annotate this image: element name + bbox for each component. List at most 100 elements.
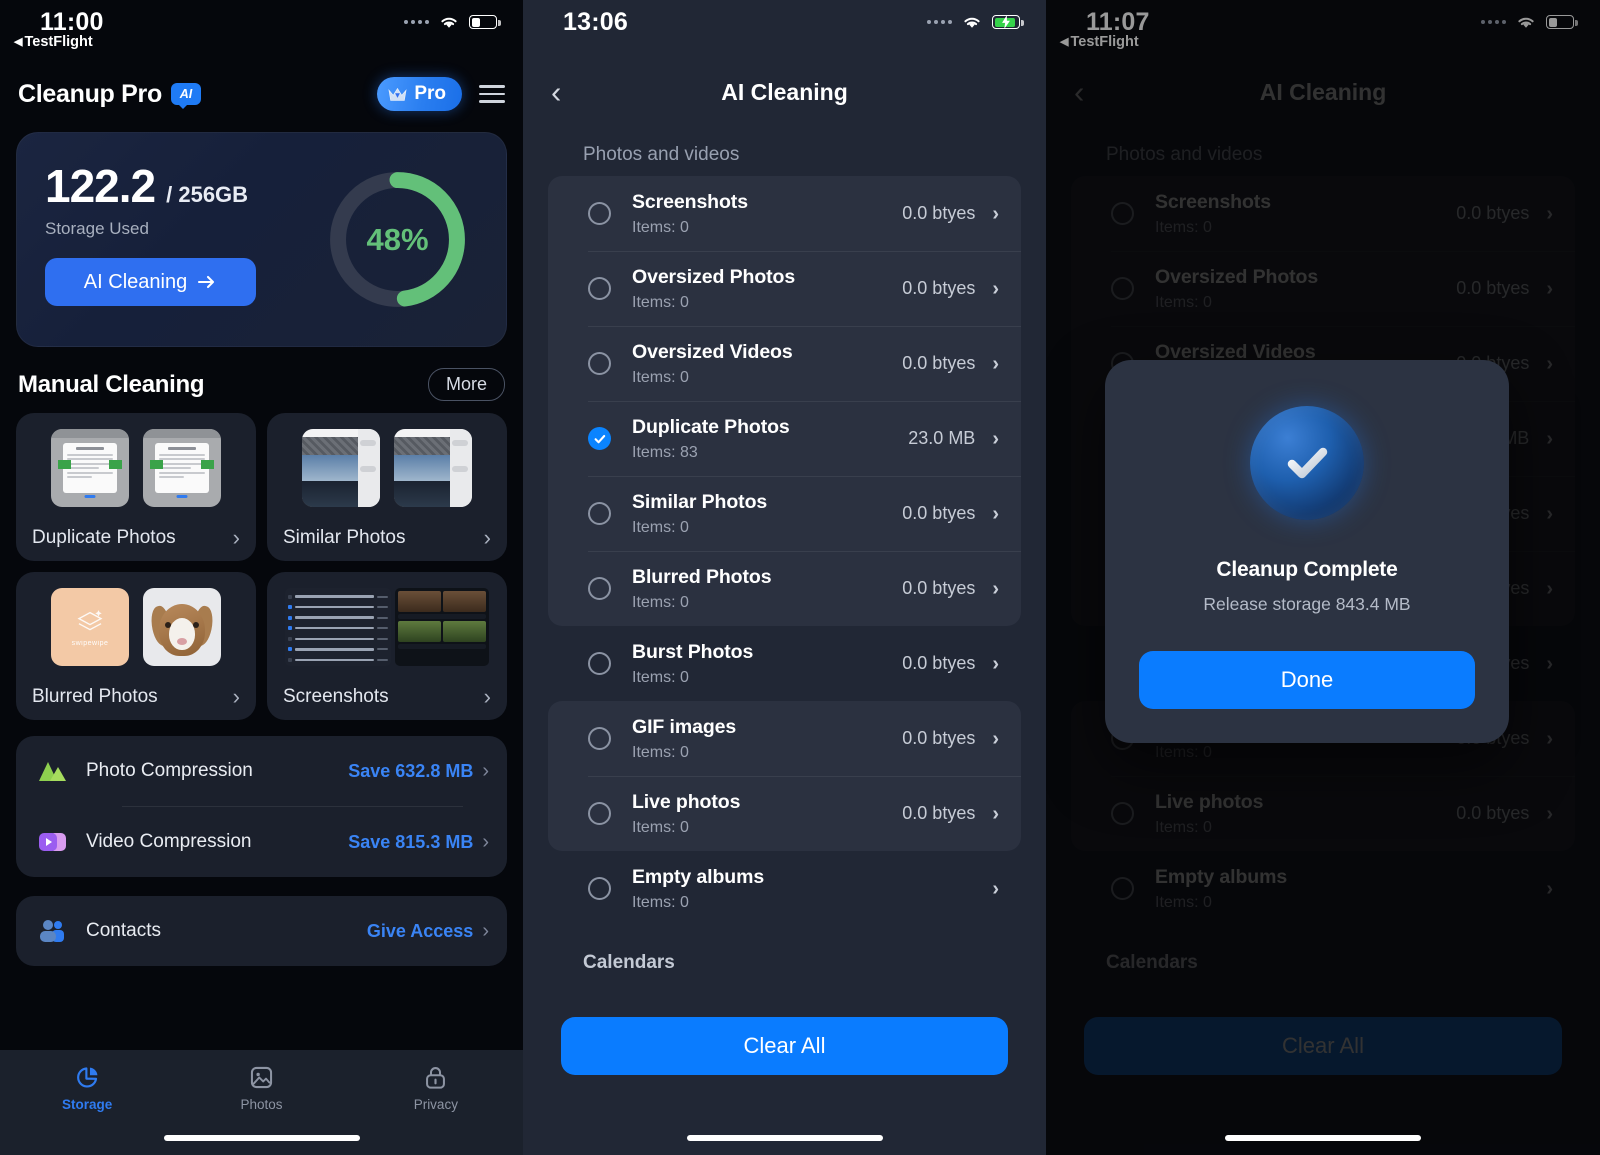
chevron-right-icon: › — [483, 525, 491, 550]
group-label-calendars: Calendars — [583, 952, 675, 973]
cleaning-list-item[interactable]: Duplicate Photos Items: 83 23.0 MB › — [548, 401, 1021, 476]
pro-upgrade-button[interactable]: Pro — [377, 77, 462, 111]
row-title: Burst Photos — [632, 640, 754, 663]
ai-cleaning-button[interactable]: AI Cleaning — [45, 258, 256, 306]
more-button[interactable]: More — [427, 368, 505, 401]
chevron-right-icon: › — [992, 202, 999, 225]
compression-card: Photo Compression Save 632.8 MB › Video … — [16, 736, 507, 877]
card-duplicate-photos[interactable]: Duplicate Photos › — [16, 413, 256, 561]
chevron-right-icon: › — [482, 760, 489, 782]
row-contacts[interactable]: Contacts Give Access › — [16, 896, 507, 966]
row-checkbox[interactable] — [588, 277, 611, 300]
status-time: 13:06 — [563, 8, 628, 36]
row-title: Live photos — [632, 790, 741, 813]
group-label-photos-videos: Photos and videos — [583, 144, 740, 165]
storage-total-value: / 256GB — [166, 182, 249, 207]
back-triangle-icon: ◀ — [14, 36, 23, 48]
storage-summary-card: 122.2 / 256GB Storage Used AI Cleaning 4… — [16, 132, 507, 347]
tab-privacy[interactable]: Privacy — [349, 1050, 523, 1155]
cleaning-list-item[interactable]: Oversized Videos Items: 0 0.0 btyes › — [548, 326, 1021, 401]
row-checkbox[interactable] — [588, 727, 611, 750]
row-size: 0.0 btyes — [902, 578, 976, 598]
row-subtitle: Items: 0 — [632, 893, 689, 911]
card-screenshots[interactable]: Screenshots › — [267, 572, 507, 720]
row-subtitle: Items: 0 — [632, 293, 689, 311]
home-indicator — [686, 1135, 883, 1141]
battery-icon — [469, 15, 501, 29]
home-indicator — [1225, 1135, 1421, 1141]
row-checkbox[interactable] — [588, 202, 611, 225]
wifi-icon — [441, 17, 457, 28]
cleanup-complete-dialog: Cleanup Complete Release storage 843.4 M… — [1105, 360, 1509, 743]
cleaning-list-item[interactable]: Burst Photos Items: 0 0.0 btyes › — [548, 626, 1021, 701]
cleaning-list-item[interactable]: Similar Photos Items: 0 0.0 btyes › — [548, 476, 1021, 551]
row-photo-compression[interactable]: Photo Compression Save 632.8 MB › — [16, 736, 507, 806]
pie-chart-icon — [76, 1067, 98, 1088]
row-title: Screenshots — [632, 190, 748, 213]
panel-ai-cleaning: 13:06 ‹ AI Cleaning Photos and videos Sc… — [523, 0, 1046, 1155]
row-value: Give Access — [366, 920, 474, 941]
row-size: 0.0 btyes — [902, 803, 976, 823]
thumbnails — [30, 429, 242, 507]
chevron-right-icon: › — [483, 684, 491, 709]
row-size: 0.0 btyes — [902, 203, 976, 223]
menu-button[interactable] — [479, 85, 505, 103]
done-button[interactable]: Done — [1139, 651, 1475, 709]
row-label: Video Compression — [86, 831, 252, 852]
cleaning-list-item[interactable]: Oversized Photos Items: 0 0.0 btyes › — [548, 251, 1021, 326]
status-back-to-app[interactable]: ◀ TestFlight — [14, 34, 93, 50]
cleaning-list-group-c: GIF images Items: 0 0.0 btyes › Live photos I… — [548, 701, 1021, 851]
row-title: Similar Photos — [632, 490, 768, 513]
ai-cleaning-label: AI Cleaning — [83, 270, 188, 293]
thumbnail-similar — [394, 429, 472, 507]
thumbnails — [281, 588, 493, 666]
cleaning-list-group-b: Burst Photos Items: 0 0.0 btyes › — [548, 626, 1021, 701]
nav-bar: ‹ AI Cleaning — [523, 62, 1046, 122]
cleaning-list-item[interactable]: Empty albums Items: 0 › — [548, 851, 1021, 926]
thumbnails: swipewipe — [30, 588, 242, 666]
cleaning-list-item[interactable]: Blurred Photos Items: 0 0.0 btyes › — [548, 551, 1021, 626]
row-size: 0.0 btyes — [902, 353, 976, 373]
home-indicator — [163, 1135, 360, 1141]
tab-bar: Storage Photos Privacy — [0, 1050, 523, 1155]
bolt-icon — [1002, 15, 1010, 29]
row-checkbox[interactable] — [588, 502, 611, 525]
people-icon — [34, 912, 72, 950]
row-title: GIF images — [632, 715, 737, 738]
row-title: Oversized Photos — [632, 265, 796, 288]
chevron-right-icon: › — [992, 802, 999, 825]
row-checkbox[interactable] — [588, 577, 611, 600]
layers-icon — [77, 610, 103, 631]
chevron-right-icon: › — [482, 920, 489, 942]
row-size: 0.0 btyes — [902, 278, 976, 298]
card-similar-photos[interactable]: Similar Photos › — [267, 413, 507, 561]
dialog-title: Cleanup Complete — [1216, 558, 1398, 581]
tab-label: Photos — [240, 1097, 283, 1112]
row-title: Empty albums — [632, 865, 765, 888]
card-blurred-photos[interactable]: swipewipe Blurred Photos › — [16, 572, 256, 720]
row-value: Save 815.3 MB — [348, 831, 474, 852]
lock-icon — [426, 1067, 446, 1089]
row-video-compression[interactable]: Video Compression Save 815.3 MB › — [16, 807, 507, 877]
cleaning-list-item[interactable]: GIF images Items: 0 0.0 btyes › — [548, 701, 1021, 776]
row-label: Photo Compression — [86, 760, 253, 781]
back-button[interactable]: ‹ — [551, 77, 561, 108]
cleaning-list-item[interactable]: Live photos Items: 0 0.0 btyes › — [548, 776, 1021, 851]
row-subtitle: Items: 0 — [632, 518, 689, 536]
storage-ring-chart: 48% — [325, 167, 470, 312]
crown-icon — [388, 87, 407, 101]
thumbnail-app-icon: swipewipe — [51, 588, 129, 666]
row-checkbox-checked[interactable] — [588, 427, 611, 450]
row-checkbox[interactable] — [588, 652, 611, 675]
chevron-right-icon: › — [992, 727, 999, 750]
clear-all-button[interactable]: Clear All — [561, 1017, 1008, 1075]
cleaning-list-item[interactable]: Screenshots Items: 0 0.0 btyes › — [548, 176, 1021, 251]
mountain-icon — [34, 752, 72, 790]
row-checkbox[interactable] — [588, 352, 611, 375]
tab-storage[interactable]: Storage — [0, 1050, 174, 1155]
arrow-right-icon — [198, 275, 215, 289]
row-checkbox[interactable] — [588, 877, 611, 900]
row-checkbox[interactable] — [588, 802, 611, 825]
cleaning-list-group-a: Screenshots Items: 0 0.0 btyes › Oversized P… — [548, 176, 1021, 626]
manual-cleaning-grid: Duplicate Photos › Similar Photos › swip… — [16, 413, 507, 720]
